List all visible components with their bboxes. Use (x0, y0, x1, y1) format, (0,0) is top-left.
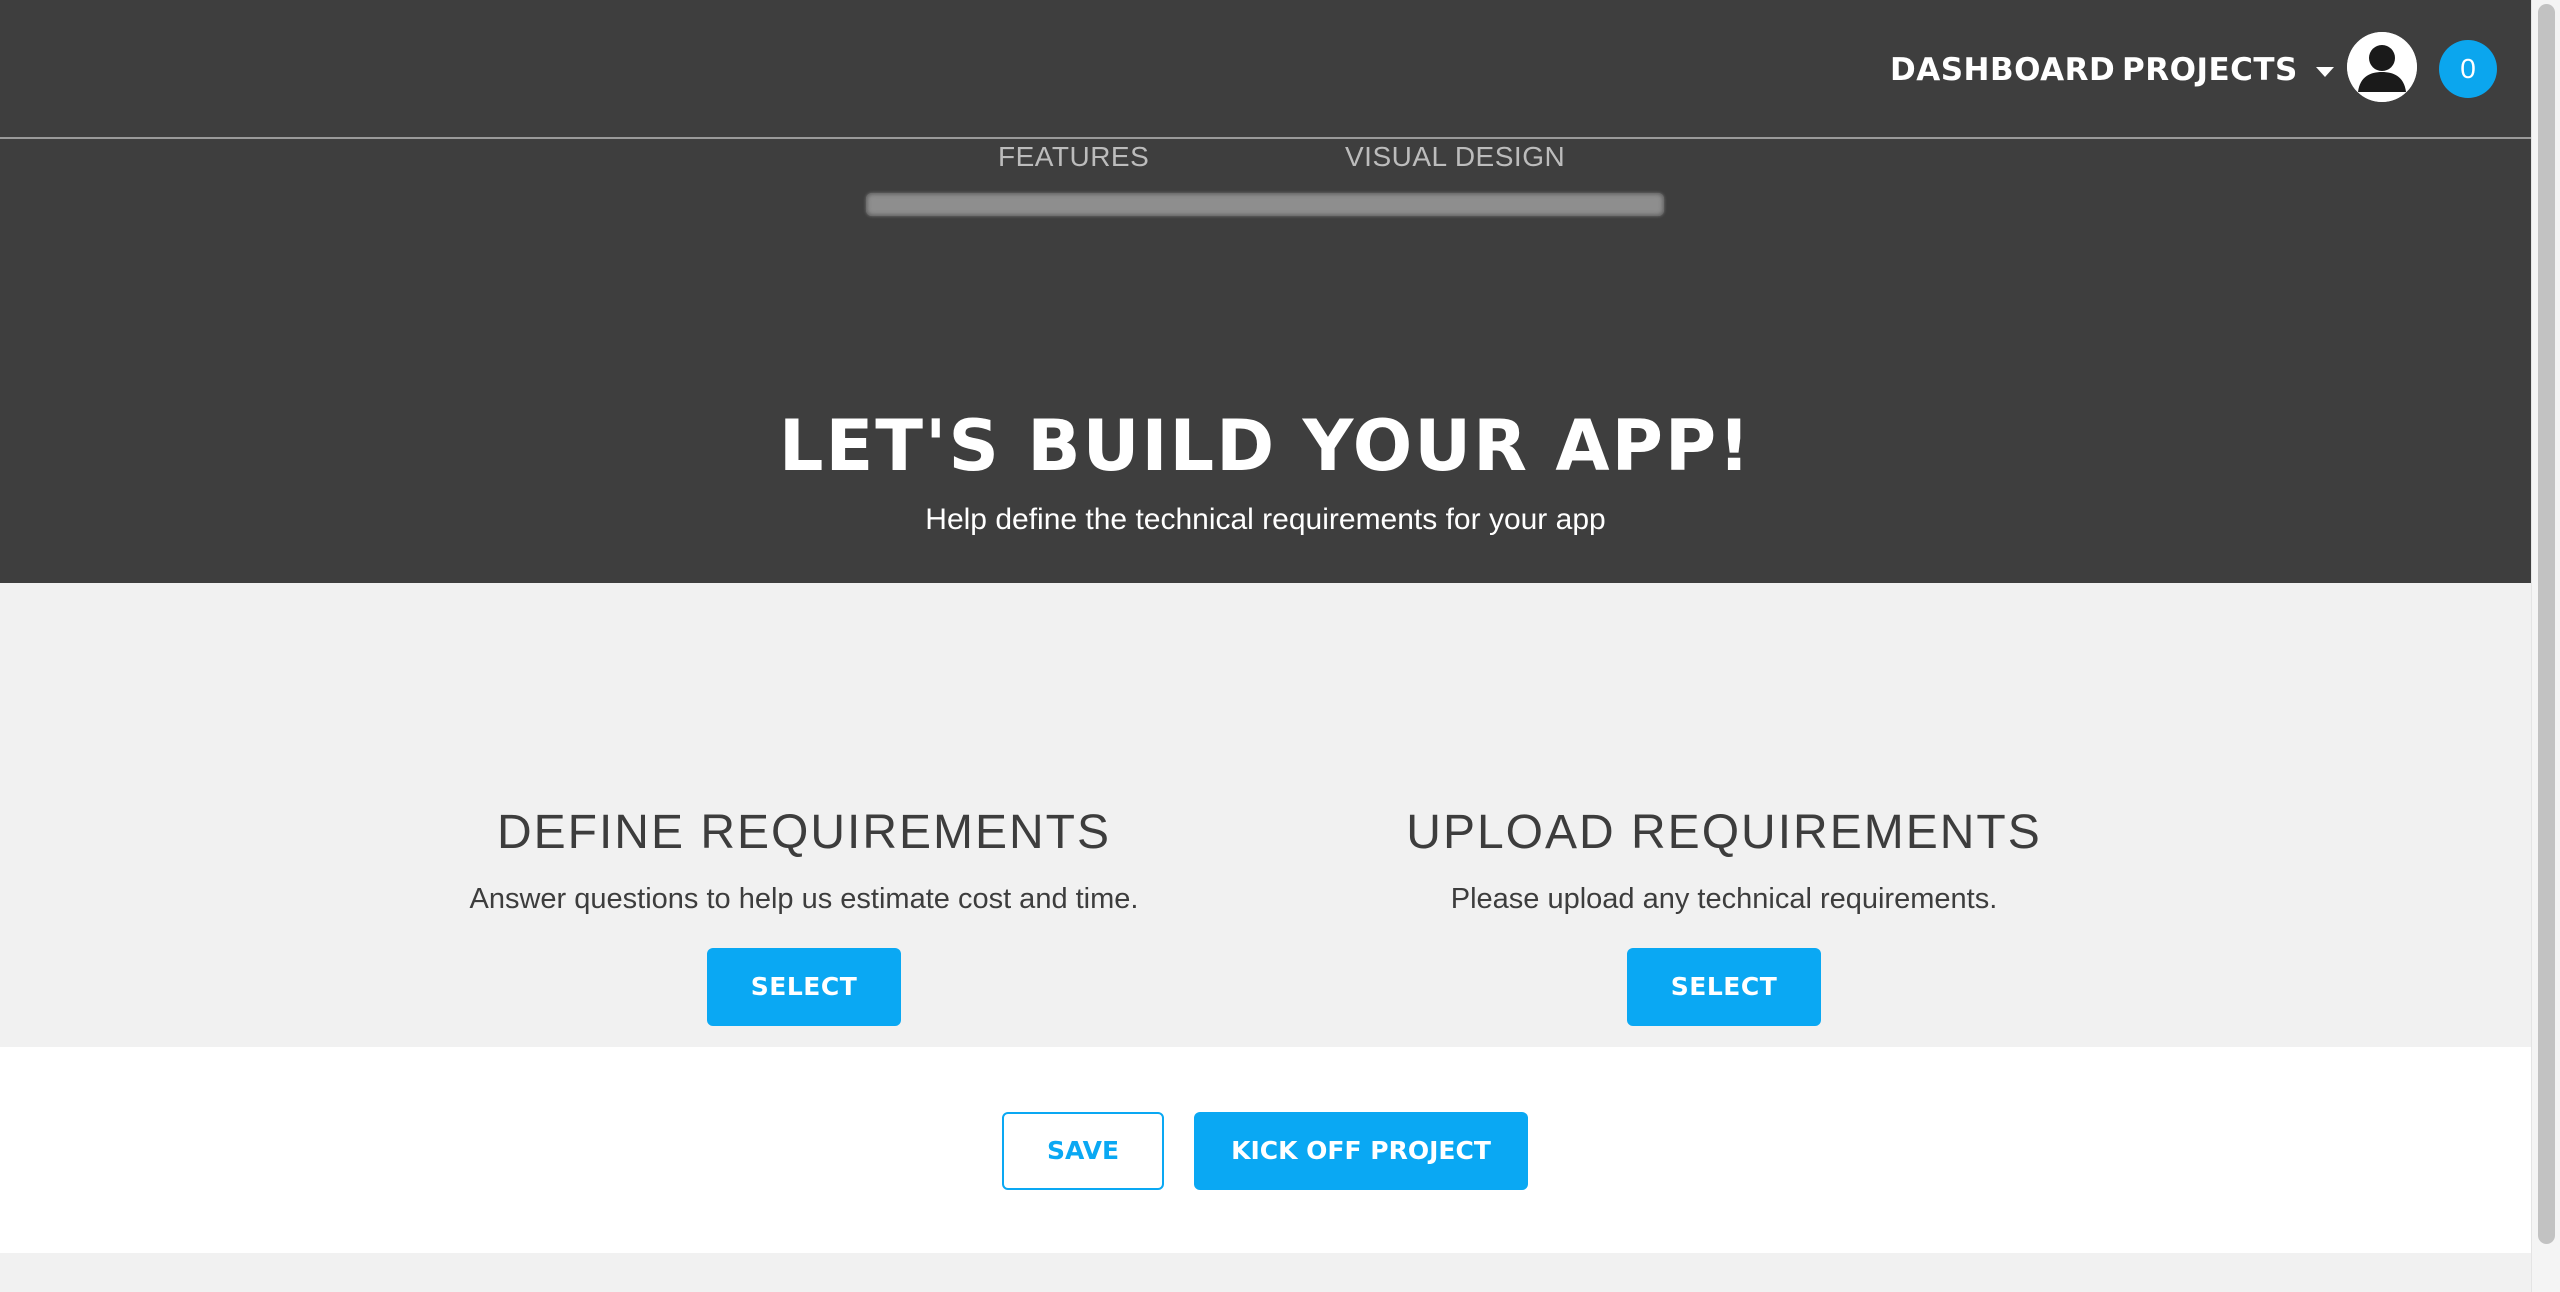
define-requirements-description: Answer questions to help us estimate cos… (469, 883, 1139, 915)
upload-requirements-card: UPLOAD REQUIREMENTS Please upload any te… (1344, 803, 2104, 1026)
action-bar: SAVE KICK OFF PROJECT (0, 1047, 2531, 1253)
define-requirements-title: DEFINE REQUIREMENTS (496, 806, 1112, 859)
page-bottom-strip (0, 1253, 2531, 1292)
top-navigation-bar: DASHBOARD PROJECTS 0 (0, 0, 2531, 139)
save-button[interactable]: SAVE (1002, 1112, 1164, 1190)
progress-bar (866, 193, 1664, 216)
upload-requirements-description: Please upload any technical requirements… (1450, 883, 1998, 915)
scrollbar-thumb[interactable] (2538, 4, 2555, 1244)
page-title: LET'S BUILD YOUR APP! (778, 405, 1753, 487)
progress-step-visual-design: VISUAL DESIGN (1345, 141, 1566, 172)
progress-step-features: FEATURES (998, 141, 1150, 172)
upload-requirements-select-button[interactable]: SELECT (1627, 948, 1821, 1026)
page-subtitle: Help define the technical requirements f… (925, 503, 1606, 536)
define-requirements-select-button[interactable]: SELECT (707, 948, 901, 1026)
nav-projects-label: PROJECTS (2122, 52, 2298, 88)
requirements-options-section: DEFINE REQUIREMENTS Answer questions to … (0, 583, 2531, 1047)
vertical-scrollbar[interactable] (2531, 0, 2560, 1292)
define-requirements-card: DEFINE REQUIREMENTS Answer questions to … (424, 803, 1184, 1026)
caret-down-icon (2315, 67, 2334, 77)
person-silhouette-icon (2347, 32, 2417, 102)
upload-requirements-title: UPLOAD REQUIREMENTS (1406, 806, 2042, 859)
kick-off-project-button[interactable]: KICK OFF PROJECT (1194, 1112, 1528, 1190)
nav-dashboard-link[interactable]: DASHBOARD (1890, 52, 2115, 88)
user-avatar-icon[interactable] (2347, 32, 2417, 102)
hero-section: DASHBOARD PROJECTS 0 FEATURES VISUAL DES… (0, 0, 2531, 583)
notification-count-badge[interactable]: 0 (2439, 40, 2497, 98)
nav-projects-dropdown[interactable]: PROJECTS (2122, 52, 2334, 88)
